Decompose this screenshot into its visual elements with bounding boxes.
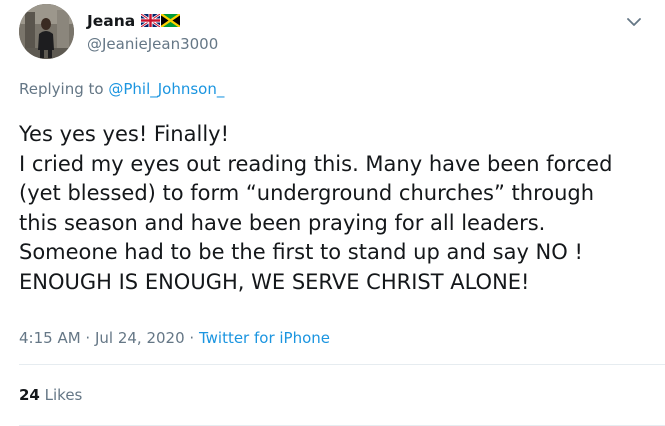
tweet-text-line: I cried my eyes out reading this. Many h…	[19, 151, 613, 176]
tweet-text-line: Someone had to be the first to stand up …	[19, 240, 583, 264]
likes-label: Likes	[44, 386, 83, 404]
tweet-text-line: Yes yes yes! Finally!	[19, 122, 229, 146]
divider	[19, 364, 665, 365]
tweet-date-link[interactable]: Jul 24, 2020	[95, 329, 185, 347]
tweet-text-line: this season and have been praying for al…	[19, 210, 546, 235]
replying-to: Replying to @Phil_Johnson_	[19, 80, 224, 98]
chevron-down-icon[interactable]	[624, 12, 644, 32]
reply-mention-link[interactable]: @Phil_Johnson_	[108, 80, 224, 98]
avatar[interactable]	[19, 4, 74, 59]
user-handle[interactable]: @JeanieJean3000	[87, 35, 218, 53]
meta-separator: ·	[184, 329, 199, 347]
tweet-time-link[interactable]: 4:15 AM	[19, 329, 81, 347]
jamaica-flag-icon	[160, 12, 181, 31]
name-row: Jeana	[87, 9, 181, 33]
tweet-text: Yes yes yes! Finally! I cried my eyes ou…	[19, 120, 664, 297]
display-name[interactable]: Jeana	[87, 12, 135, 30]
meta-separator: ·	[80, 329, 95, 347]
replying-to-label: Replying to	[19, 80, 109, 98]
tweet-text-line: (yet blessed) to form “underground churc…	[19, 181, 595, 205]
tweet-metadata: 4:15 AM · Jul 24, 2020 · Twitter for iPh…	[19, 329, 330, 347]
uk-flag-icon	[140, 12, 161, 31]
tweet-source-link[interactable]: Twitter for iPhone	[199, 329, 330, 347]
tweet: Jeana @JeanieJean3000 Replying to @Phil_…	[0, 0, 665, 426]
likes-count: 24	[19, 386, 40, 404]
likes-stat[interactable]: 24 Likes	[19, 386, 82, 404]
tweet-text-line: ENOUGH IS ENOUGH, WE SERVE CHRIST ALONE!	[19, 269, 530, 294]
